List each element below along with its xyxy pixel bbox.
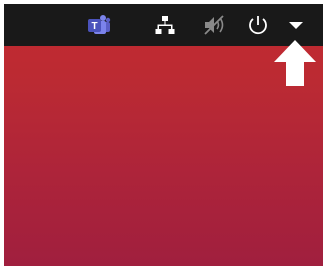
teams-icon[interactable]: T <box>86 12 112 38</box>
screenshot-frame: T <box>4 4 323 266</box>
power-icon[interactable] <box>246 13 270 37</box>
svg-text:T: T <box>91 21 97 32</box>
volume-muted-icon[interactable] <box>202 14 226 36</box>
network-icon[interactable] <box>154 14 176 36</box>
system-menu-arrow-icon[interactable] <box>286 16 306 34</box>
white-arrow-pointer <box>272 39 318 87</box>
